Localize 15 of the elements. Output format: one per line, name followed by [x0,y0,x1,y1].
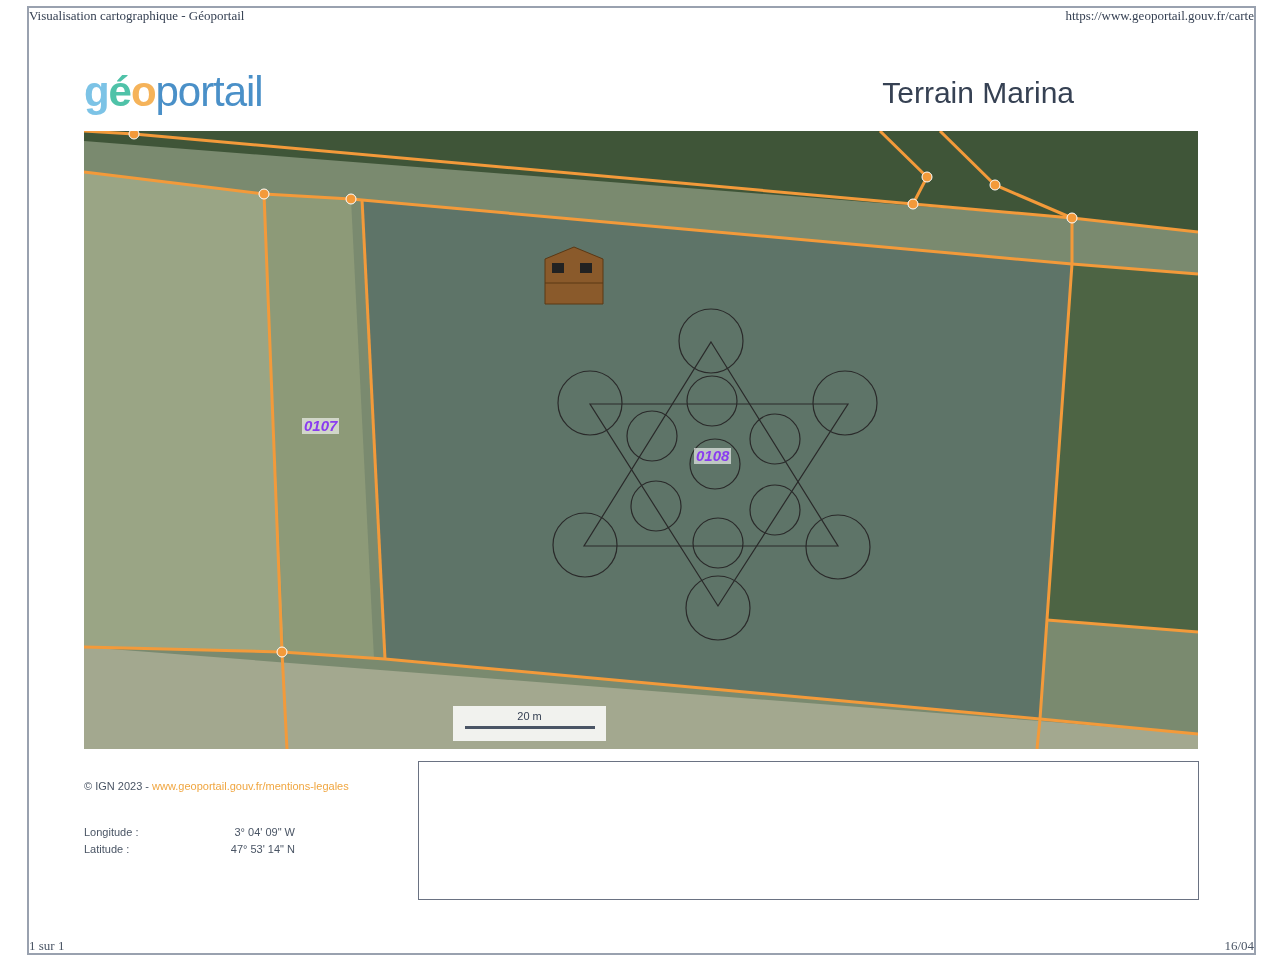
print-header-title: Visualisation cartographique - Géoportail [29,8,245,24]
geoportail-logo: géoportail [84,68,263,116]
scale-bar: 20 m [453,706,606,741]
coordinate-label: Longitude : [84,825,140,840]
parcel-label: 0108 [694,448,732,464]
parcel-label: 0107 [302,418,340,434]
print-date: 16/04 [1224,939,1254,953]
coordinate-value: 3° 04' 09" W [233,825,295,840]
coordinate-label: Latitude : [84,842,131,857]
attribution-text: © IGN 2023 - www.geoportail.gouv.fr/mentions-legales [84,779,350,794]
coordinate-value: 47° 53' 14" N [229,842,295,857]
page-number: 1 sur 1 [29,939,65,953]
legal-link[interactable]: www.geoportail.gouv.fr/mentions-legales [152,780,349,792]
page-title: Terrain Marina [882,74,1074,111]
print-header-url: https://www.geoportail.gouv.fr/carte [1065,8,1254,24]
